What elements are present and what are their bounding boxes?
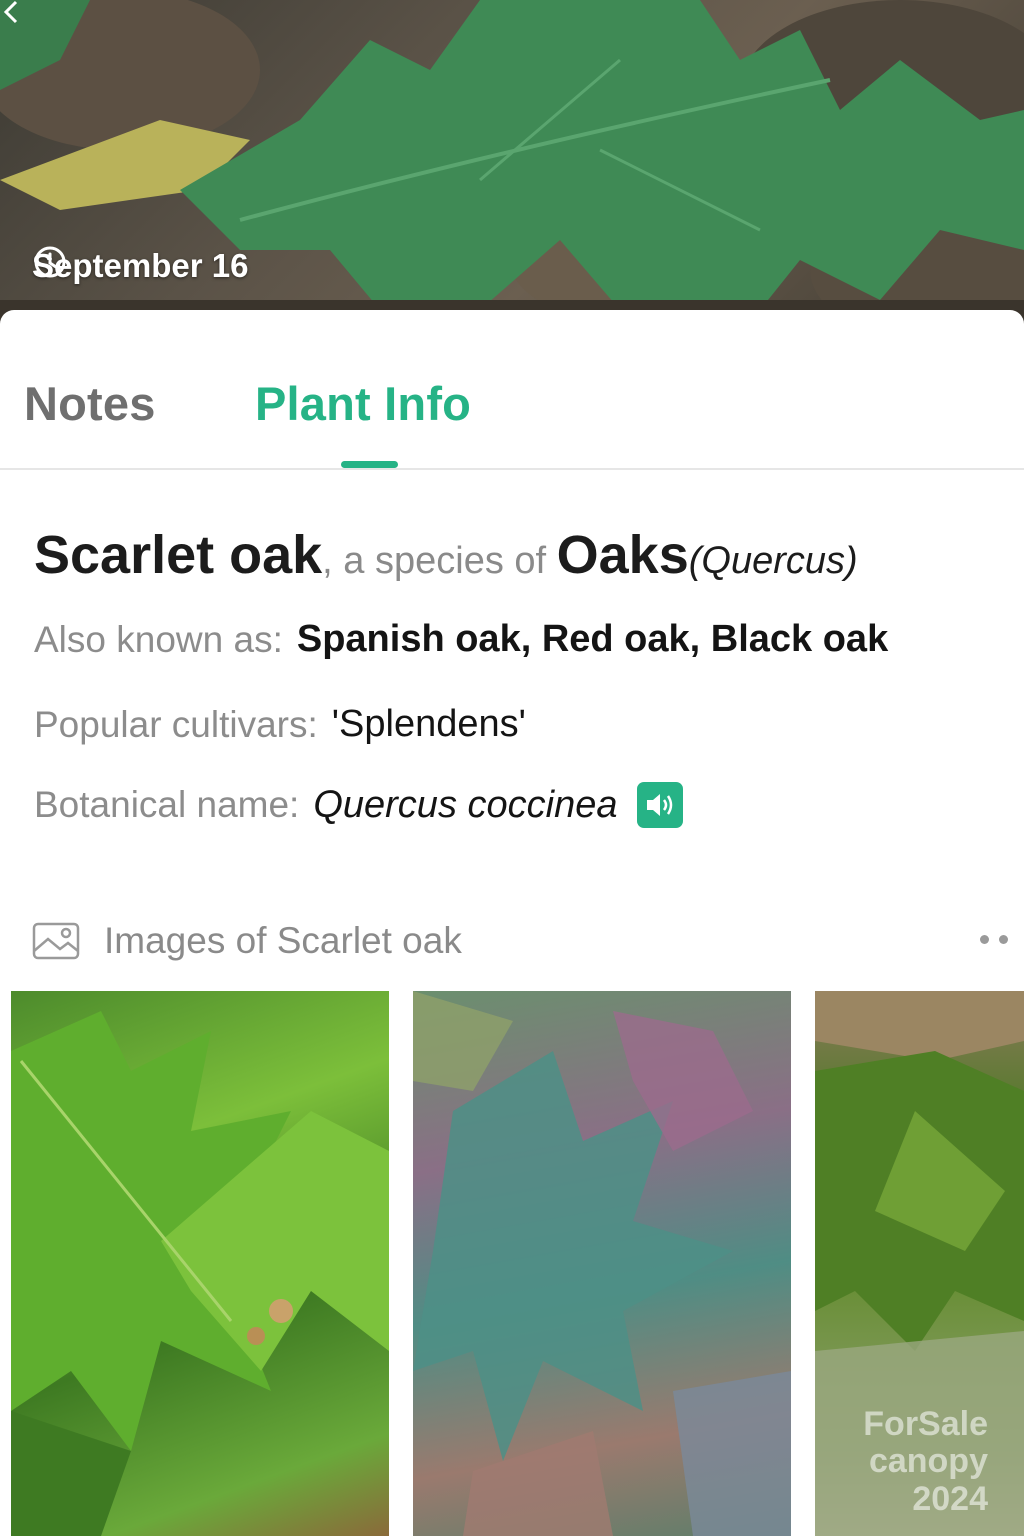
popular-cultivars-label: Popular cultivars: bbox=[34, 703, 318, 745]
images-section-header: Images of Scarlet oak bbox=[32, 920, 462, 962]
also-known-as-row: Also known as: Spanish oak, Red oak, Bla… bbox=[34, 618, 888, 661]
images-section-title: Images of Scarlet oak bbox=[104, 920, 462, 961]
chevron-left-icon[interactable] bbox=[0, 0, 24, 24]
genus-latin-name: (Quercus) bbox=[688, 540, 858, 582]
popular-cultivars-value: 'Splendens' bbox=[331, 703, 526, 745]
image-gallery-icon bbox=[32, 922, 80, 960]
also-known-as-value: Spanish oak, Red oak, Black oak bbox=[296, 618, 889, 660]
clock-icon bbox=[34, 246, 66, 278]
pronounce-button[interactable] bbox=[637, 782, 684, 828]
hero-photo: September 16 bbox=[0, 0, 1024, 330]
species-title: Scarlet oak, a species of Oaks(Quercus) bbox=[34, 524, 858, 586]
species-image-3[interactable]: ForSale canopy 2024 bbox=[815, 991, 1024, 1536]
leaf-photo-illustration bbox=[11, 1011, 389, 1536]
capture-date: September 16 bbox=[32, 244, 248, 288]
plant-detail-sheet: Notes Plant Info Scarlet oak, a species … bbox=[0, 310, 1024, 1536]
speaker-icon bbox=[647, 794, 673, 816]
active-tab-indicator bbox=[341, 461, 398, 468]
botanical-name-label: Botanical name: bbox=[34, 784, 300, 825]
species-connector: , a species of bbox=[322, 540, 557, 582]
watermark-line-2: canopy 2024 bbox=[868, 1442, 988, 1518]
tab-plant-info[interactable]: Plant Info bbox=[255, 376, 471, 431]
tab-bar: Notes Plant Info bbox=[0, 310, 1024, 470]
watermark-line-1: ForSale bbox=[863, 1404, 988, 1443]
species-image-2[interactable] bbox=[413, 991, 791, 1536]
foliage-photo-illustration bbox=[413, 991, 791, 1536]
species-common-name: Scarlet oak bbox=[34, 525, 323, 585]
more-options-icon[interactable] bbox=[980, 932, 1014, 946]
also-known-as-label: Also known as: bbox=[34, 618, 283, 660]
watermark: ForSale canopy 2024 bbox=[815, 1404, 988, 1518]
popular-cultivars-row: Popular cultivars: 'Splendens' bbox=[34, 703, 526, 746]
botanical-name-value: Quercus coccinea bbox=[313, 783, 618, 826]
botanical-name-row: Botanical name: Quercus coccinea bbox=[34, 782, 684, 828]
genus-common-name[interactable]: Oaks bbox=[557, 525, 689, 585]
tab-notes[interactable]: Notes bbox=[24, 376, 156, 431]
species-image-1[interactable] bbox=[11, 991, 389, 1536]
